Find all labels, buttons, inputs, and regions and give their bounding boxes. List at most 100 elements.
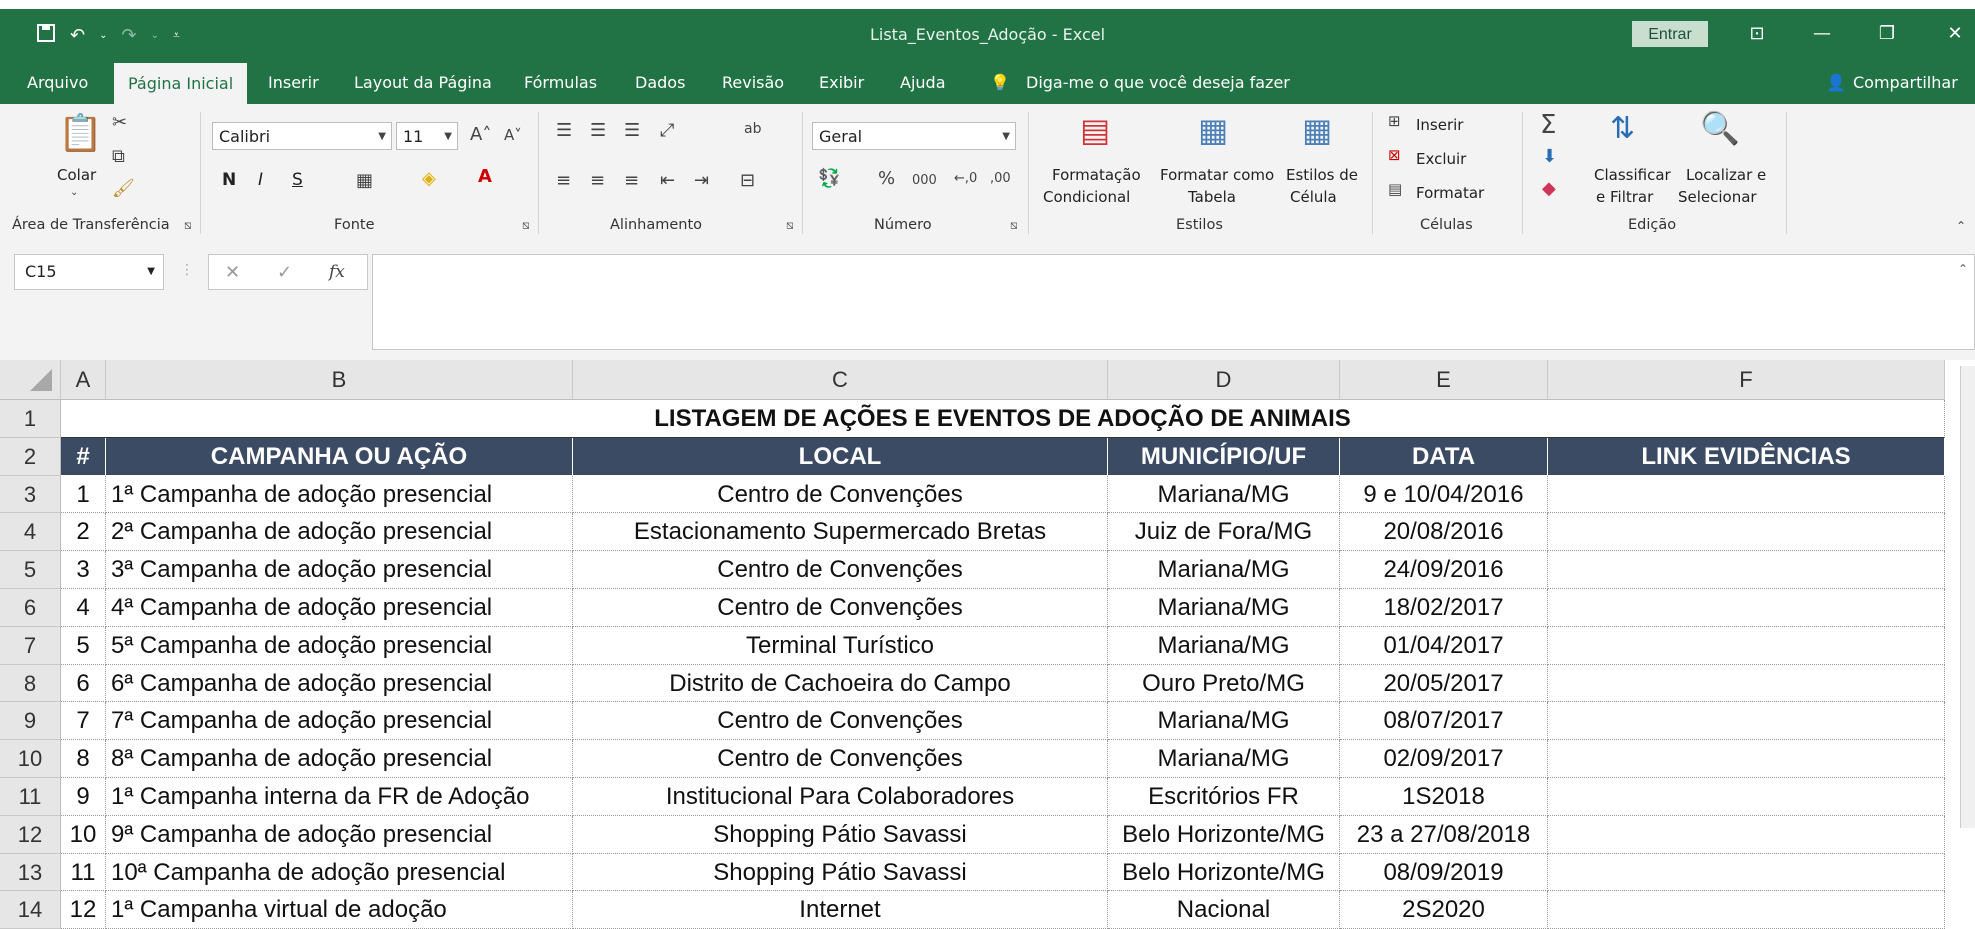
row-header[interactable]: 6: [0, 589, 61, 627]
table-header-cell[interactable]: LINK EVIDÊNCIAS: [1548, 437, 1945, 476]
format-cells-icon[interactable]: ▤: [1388, 182, 1402, 197]
table-cell[interactable]: 9ª Campanha de adoção presencial: [106, 815, 573, 854]
tab-ajuda[interactable]: Ajuda: [900, 61, 946, 104]
table-cell[interactable]: [1548, 815, 1945, 854]
table-cell[interactable]: [1548, 513, 1945, 552]
enter-icon[interactable]: ✓: [277, 262, 292, 283]
decrease-indent-icon[interactable]: ⇤: [660, 172, 675, 190]
table-cell[interactable]: 10ª Campanha de adoção presencial: [106, 853, 573, 892]
table-cell[interactable]: Escritórios FR: [1108, 778, 1340, 816]
accounting-format-icon[interactable]: 💱: [818, 170, 840, 188]
table-cell[interactable]: 2S2020: [1340, 891, 1548, 929]
font-size-select[interactable]: 11 ▼: [396, 122, 458, 150]
row-header[interactable]: 2: [0, 437, 61, 476]
row-header[interactable]: 10: [0, 740, 61, 778]
table-cell[interactable]: Shopping Pátio Savassi: [573, 815, 1108, 854]
decrease-font-icon[interactable]: A˅: [504, 128, 522, 143]
table-header-cell[interactable]: #: [61, 437, 106, 476]
align-bottom-icon[interactable]: ☰: [624, 122, 640, 140]
merge-center-icon[interactable]: ⊟: [740, 172, 755, 190]
tab-revisao[interactable]: Revisão: [722, 61, 784, 104]
sort-filter-icon[interactable]: ⇅: [1610, 114, 1635, 144]
tab-pagina-inicial[interactable]: Página Inicial: [114, 63, 248, 104]
percent-style-icon[interactable]: %: [878, 170, 895, 188]
column-header-c[interactable]: C: [573, 360, 1108, 400]
column-header-f[interactable]: F: [1548, 360, 1945, 400]
row-header[interactable]: 5: [0, 551, 61, 589]
delete-cells-button[interactable]: Excluir: [1416, 150, 1466, 168]
row-header[interactable]: 14: [0, 891, 61, 929]
table-cell[interactable]: 24/09/2016: [1340, 551, 1548, 589]
paste-dropdown-icon[interactable]: ⌄: [70, 188, 78, 198]
table-cell[interactable]: [1548, 664, 1945, 703]
sort-filter-label-1[interactable]: Classificar: [1594, 166, 1671, 184]
table-cell[interactable]: 8: [61, 740, 106, 778]
format-as-table-label-1[interactable]: Formatar como: [1160, 166, 1274, 184]
select-all-corner[interactable]: [0, 360, 61, 400]
table-cell[interactable]: 20/08/2016: [1340, 513, 1548, 552]
row-header[interactable]: 3: [0, 475, 61, 514]
column-header-e[interactable]: E: [1340, 360, 1548, 400]
table-cell[interactable]: Nacional: [1108, 891, 1340, 929]
table-cell[interactable]: [1548, 891, 1945, 929]
table-cell[interactable]: Mariana/MG: [1108, 551, 1340, 589]
table-cell[interactable]: Centro de Convenções: [573, 589, 1108, 627]
table-cell[interactable]: Institucional Para Colaboradores: [573, 778, 1108, 816]
table-cell[interactable]: Mariana/MG: [1108, 626, 1340, 665]
number-format-select[interactable]: Geral ▼: [812, 122, 1016, 150]
table-cell[interactable]: 23 a 27/08/2018: [1340, 815, 1548, 854]
table-cell[interactable]: 08/07/2017: [1340, 702, 1548, 741]
paste-icon[interactable]: 📋: [58, 116, 103, 152]
column-header-a[interactable]: A: [61, 360, 106, 400]
conditional-formatting-label-2[interactable]: Condicional: [1043, 188, 1130, 206]
align-left-icon[interactable]: ≡: [556, 172, 571, 190]
table-cell[interactable]: 1ª Campanha interna da FR de Adoção: [106, 778, 573, 816]
conditional-formatting-label-1[interactable]: Formatação: [1052, 166, 1141, 184]
row-header[interactable]: 13: [0, 853, 61, 892]
row-header[interactable]: 7: [0, 626, 61, 665]
cell-styles-icon[interactable]: ▦: [1302, 114, 1332, 146]
table-cell[interactable]: 11: [61, 853, 106, 892]
table-header-cell[interactable]: MUNICÍPIO/UF: [1108, 437, 1340, 476]
table-cell[interactable]: [1548, 740, 1945, 778]
format-cells-button[interactable]: Formatar: [1416, 184, 1484, 202]
table-cell[interactable]: Mariana/MG: [1108, 589, 1340, 627]
table-cell[interactable]: 1ª Campanha de adoção presencial: [106, 475, 573, 514]
table-cell[interactable]: [1548, 702, 1945, 741]
align-top-icon[interactable]: ☰: [556, 122, 572, 140]
table-cell[interactable]: 7ª Campanha de adoção presencial: [106, 702, 573, 741]
collapse-ribbon-icon[interactable]: ⌃: [1956, 220, 1966, 232]
font-launcher-icon[interactable]: ⧅: [522, 219, 530, 231]
table-cell[interactable]: Centro de Convenções: [573, 740, 1108, 778]
row-header[interactable]: 4: [0, 513, 61, 552]
tab-layout-da-pagina[interactable]: Layout da Página: [354, 61, 492, 104]
table-cell[interactable]: Mariana/MG: [1108, 740, 1340, 778]
fill-color-icon[interactable]: ◈: [422, 170, 436, 188]
table-cell[interactable]: Centro de Convenções: [573, 551, 1108, 589]
clear-icon[interactable]: ◆: [1542, 180, 1556, 198]
borders-icon[interactable]: ▦: [356, 172, 373, 190]
table-cell[interactable]: 1S2018: [1340, 778, 1548, 816]
table-cell[interactable]: Estacionamento Supermercado Bretas: [573, 513, 1108, 552]
tab-formulas[interactable]: Fórmulas: [524, 61, 597, 104]
sort-filter-label-2[interactable]: e Filtrar: [1596, 188, 1653, 206]
share-icon[interactable]: 👤: [1826, 61, 1846, 104]
table-cell[interactable]: 3: [61, 551, 106, 589]
orientation-icon[interactable]: ⤢: [660, 122, 674, 140]
table-cell[interactable]: 9: [61, 778, 106, 816]
underline-button[interactable]: S: [292, 170, 303, 190]
table-cell[interactable]: 8ª Campanha de adoção presencial: [106, 740, 573, 778]
column-header-d[interactable]: D: [1108, 360, 1340, 400]
row-header[interactable]: 12: [0, 815, 61, 854]
fill-icon[interactable]: ⬇: [1542, 148, 1557, 166]
table-cell[interactable]: 7: [61, 702, 106, 741]
minimize-icon[interactable]: —: [1802, 19, 1842, 49]
clipboard-launcher-icon[interactable]: ⧅: [184, 219, 192, 231]
table-cell[interactable]: 1ª Campanha virtual de adoção: [106, 891, 573, 929]
table-cell[interactable]: Internet: [573, 891, 1108, 929]
close-icon[interactable]: ✕: [1935, 19, 1975, 49]
comma-style-icon[interactable]: 000: [912, 174, 937, 187]
table-cell[interactable]: 10: [61, 815, 106, 854]
increase-decimal-icon[interactable]: ←,0: [954, 172, 977, 185]
copy-icon[interactable]: ⧉: [112, 148, 125, 166]
